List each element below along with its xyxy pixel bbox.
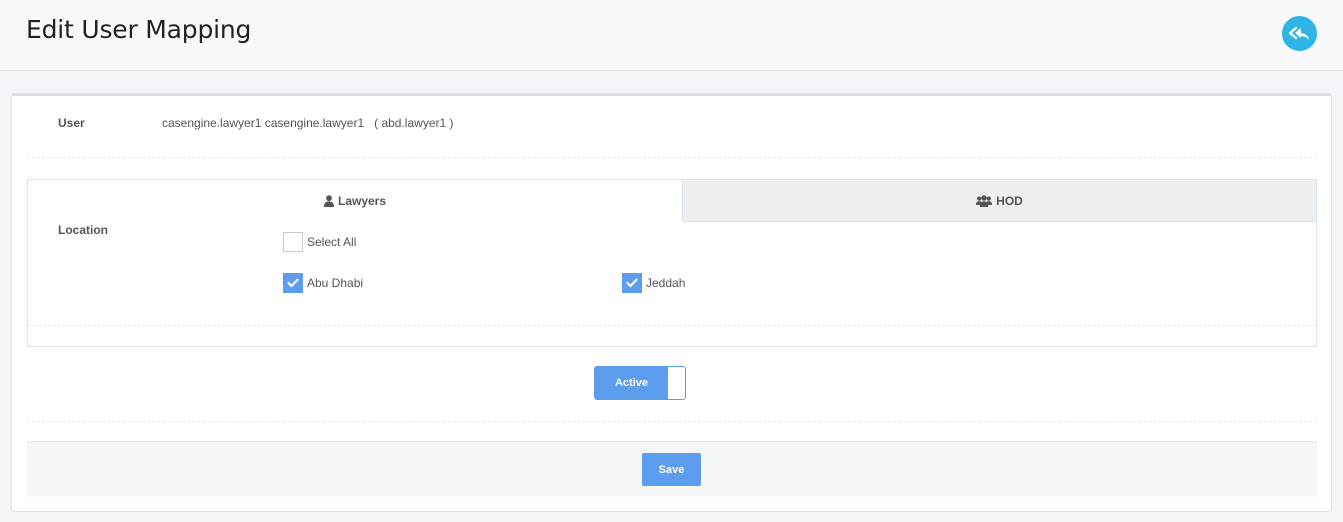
user-icon (323, 195, 334, 207)
tab-lawyers[interactable]: Lawyers (28, 180, 682, 222)
jeddah-label: Jeddah (646, 276, 686, 290)
abu-dhabi-checkbox[interactable]: Abu Dhabi (283, 273, 363, 293)
user-label: User (58, 116, 85, 130)
select-all-label: Select All (307, 235, 357, 249)
form-footer: Save (27, 441, 1317, 497)
tab-hod-label: HOD (996, 193, 1023, 208)
tabs-panel: Lawyers HOD Location Select All Abu Dhab… (27, 179, 1317, 347)
page-header: Edit User Mapping (0, 0, 1343, 71)
abu-dhabi-box[interactable] (283, 273, 303, 293)
divider (27, 157, 1317, 158)
save-button[interactable]: Save (642, 453, 701, 486)
page-title: Edit User Mapping (26, 15, 252, 44)
abu-dhabi-label: Abu Dhabi (307, 276, 364, 290)
check-icon (287, 278, 299, 288)
tab-hod[interactable]: HOD (682, 180, 1316, 222)
mapping-card: User casengine.lawyer1 casengine.lawyer1… (11, 93, 1332, 512)
tab-lawyers-label: Lawyers (337, 194, 387, 208)
jeddah-box[interactable] (622, 273, 642, 293)
user-value: casengine.lawyer1 casengine.lawyer1 ( ab… (162, 116, 454, 130)
jeddah-checkbox[interactable]: Jeddah (622, 273, 685, 293)
back-button[interactable] (1282, 16, 1317, 51)
divider (28, 325, 1316, 326)
divider (27, 421, 1317, 422)
active-toggle[interactable]: Active (594, 366, 686, 400)
active-toggle-label: Active (595, 367, 668, 399)
reply-all-icon (1288, 26, 1309, 40)
check-icon (626, 278, 638, 288)
location-label: Location (58, 223, 108, 237)
select-all-checkbox[interactable]: Select All (283, 232, 356, 252)
users-icon (976, 194, 993, 207)
select-all-box[interactable] (283, 232, 303, 252)
